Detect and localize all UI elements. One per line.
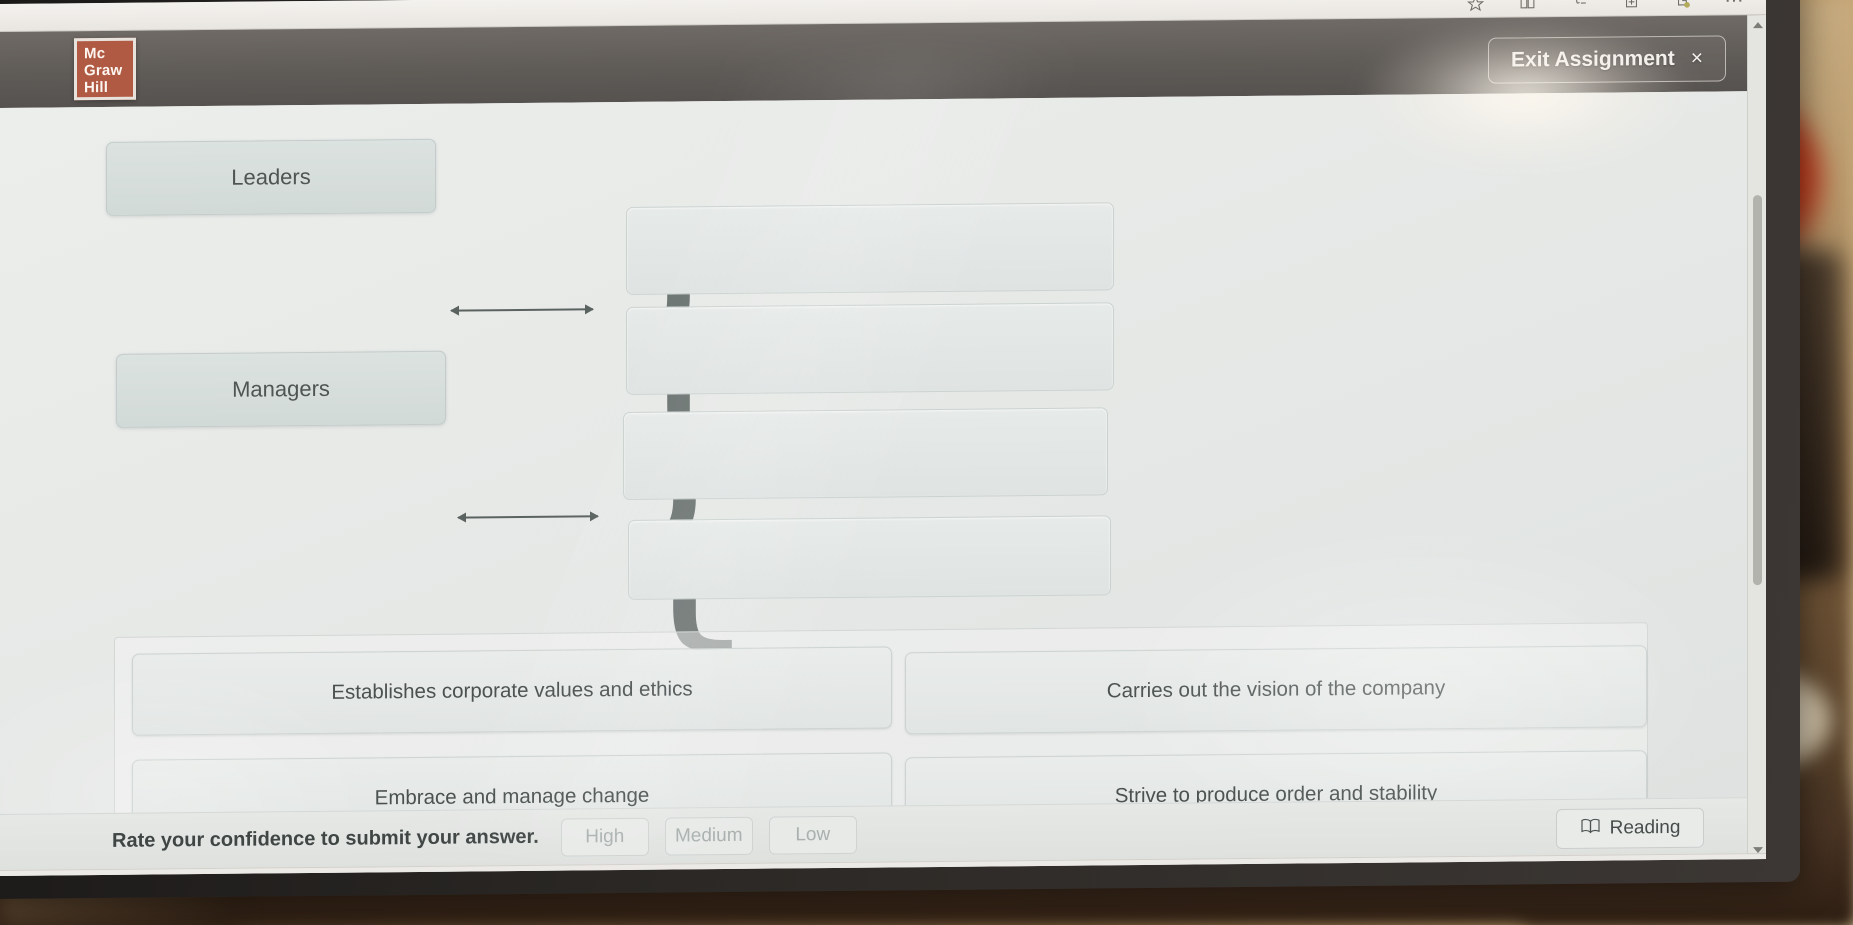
- category-leaders-label: Leaders: [231, 164, 311, 190]
- drop-zone-managers-2[interactable]: [628, 515, 1111, 600]
- volume-icon[interactable]: [1567, 875, 1589, 876]
- favorite-star-icon[interactable]: [1464, 0, 1486, 13]
- confidence-medium-button[interactable]: Medium: [664, 816, 753, 856]
- photographed-scene: ⋯ Mc Graw Hill Exit Assignment × Leaders: [0, 0, 1853, 925]
- taskbar-clock[interactable]: 4:08 PM 10/5/2024: [1647, 866, 1712, 876]
- answer-option-label: Carries out the vision of the company: [1106, 676, 1446, 703]
- edge-icon[interactable]: [1173, 871, 1211, 877]
- split-screen-icon[interactable]: [1516, 0, 1538, 13]
- battery-icon[interactable]: [1607, 875, 1629, 876]
- logo-line-3: Hill: [84, 78, 109, 97]
- connector-arrow-managers: [457, 511, 599, 523]
- close-icon[interactable]: ×: [1691, 47, 1703, 71]
- book-icon: [1580, 817, 1601, 840]
- category-managers-label: Managers: [232, 375, 330, 402]
- logo-line-1: Mc: [84, 44, 106, 63]
- category-managers[interactable]: Managers: [116, 350, 446, 428]
- reading-button[interactable]: Reading: [1556, 807, 1704, 850]
- confidence-low-button[interactable]: Low: [768, 815, 857, 855]
- teams-icon[interactable]: T: [1069, 872, 1107, 876]
- answer-bank: Establishes corporate values and ethics …: [114, 622, 1648, 815]
- answer-option[interactable]: Establishes corporate values and ethics: [132, 646, 892, 736]
- extensions-icon[interactable]: [1672, 0, 1694, 11]
- scrollbar-thumb[interactable]: [1753, 195, 1762, 586]
- answer-option-label: Establishes corporate values and ethics: [331, 677, 693, 704]
- assignment-canvas: Leaders Managers { {: [0, 91, 1766, 815]
- connector-arrow-leaders: [450, 304, 594, 316]
- answer-option[interactable]: Embrace and manage change: [132, 752, 892, 815]
- drop-zone-leaders-2[interactable]: [626, 302, 1114, 395]
- confidence-high-label: High: [585, 825, 625, 847]
- laptop-screen: ⋯ Mc Graw Hill Exit Assignment × Leaders: [0, 0, 1766, 877]
- clock-time: 4:08 PM: [1658, 867, 1712, 877]
- confidence-medium-label: Medium: [674, 824, 743, 847]
- copilot-icon[interactable]: [861, 874, 899, 876]
- system-tray: 4:08 PM 10/5/2024: [1447, 866, 1752, 876]
- microsoft-store-icon[interactable]: [965, 873, 1003, 876]
- reading-label: Reading: [1609, 816, 1681, 839]
- exit-assignment-button[interactable]: Exit Assignment ×: [1487, 35, 1726, 84]
- microsoft-365-icon[interactable]: [1121, 871, 1159, 877]
- more-options-icon[interactable]: ⋯: [1724, 0, 1746, 11]
- bell-icon[interactable]: [1730, 874, 1752, 876]
- confidence-prompt: Rate your confidence to submit your answ…: [112, 825, 539, 852]
- scroll-up-arrow-icon[interactable]: [1748, 15, 1766, 34]
- page-scrollbar[interactable]: [1747, 15, 1766, 860]
- exit-assignment-label: Exit Assignment: [1510, 46, 1675, 72]
- drop-zone-managers-1[interactable]: [623, 407, 1108, 501]
- category-leaders[interactable]: Leaders: [106, 138, 436, 216]
- file-explorer-icon[interactable]: [913, 873, 951, 876]
- dell-icon[interactable]: DELL: [1017, 872, 1055, 876]
- confidence-high-button[interactable]: High: [560, 817, 649, 857]
- drop-zone-leaders-1[interactable]: [626, 202, 1114, 295]
- answer-option[interactable]: Carries out the vision of the company: [905, 645, 1647, 735]
- laptop-bezel: ⋯ Mc Graw Hill Exit Assignment × Leaders: [0, 0, 1800, 900]
- answer-option-label: Embrace and manage change: [374, 783, 650, 810]
- taskbar-center-group: Search DELL T: [438, 871, 1211, 877]
- mcgraw-hill-logo: Mc Graw Hill: [74, 37, 136, 101]
- collections-icon[interactable]: [1568, 0, 1590, 12]
- confidence-low-label: Low: [795, 823, 831, 845]
- add-tab-icon[interactable]: [1620, 0, 1642, 12]
- logo-line-2: Graw: [84, 61, 123, 80]
- task-view-icon[interactable]: [809, 874, 847, 876]
